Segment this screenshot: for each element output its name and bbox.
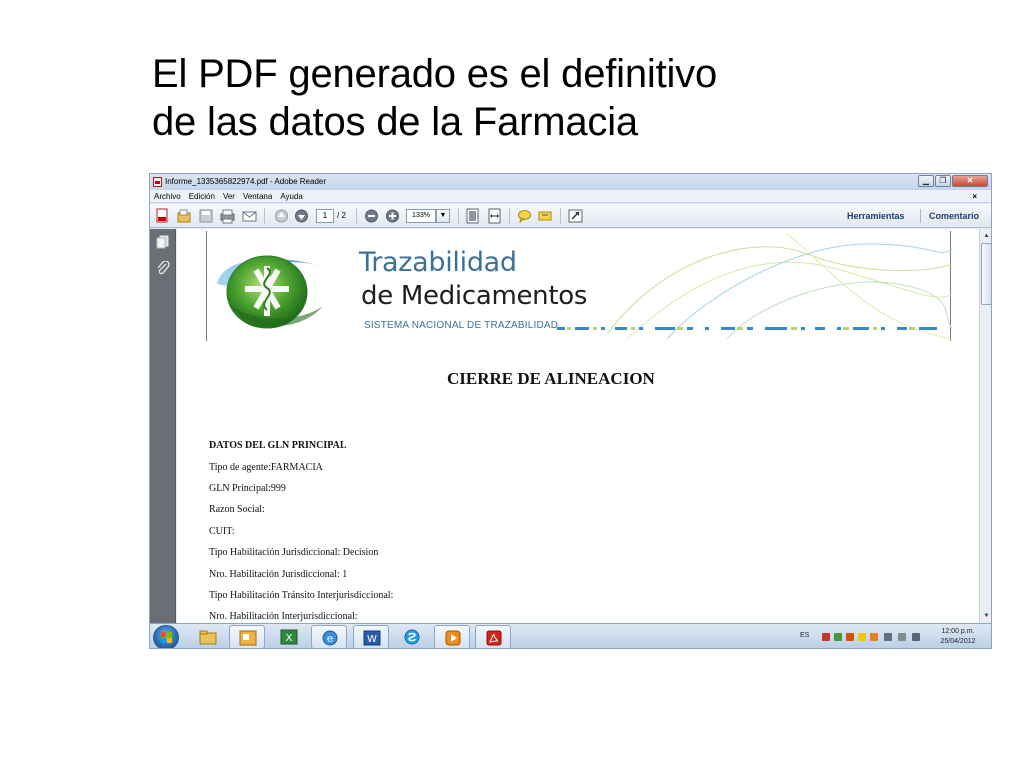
decorative-curves xyxy=(607,234,952,339)
scroll-up-icon[interactable]: ▲ xyxy=(980,230,991,242)
zoom-in-icon[interactable] xyxy=(385,208,400,224)
scroll-thumb[interactable] xyxy=(981,243,991,305)
excel-icon: X xyxy=(280,629,298,645)
window-controls: ▁ ❐ ✕ xyxy=(917,175,988,188)
section-heading: DATOS DEL GLN PRINCIPAL xyxy=(209,440,347,451)
brand-subtitle: SISTEMA NACIONAL DE TRAZABILIDAD xyxy=(364,320,559,331)
slide-title-line-1: El PDF generado es el definitivo xyxy=(152,52,718,96)
skype-icon xyxy=(404,629,420,645)
field-nro-habilitacion-interjurisdiccional: Nro. Habilitación Interjurisdiccional: xyxy=(209,611,358,622)
windows-taskbar: X e W ES 12:00 p.m. 25/04/2012 xyxy=(150,623,991,648)
page-thumbnails-icon[interactable] xyxy=(156,235,170,249)
taskbar-media-player[interactable] xyxy=(434,625,470,648)
scroll-down-icon[interactable]: ▼ xyxy=(980,610,991,622)
tray-update-icon[interactable] xyxy=(846,633,854,641)
trazabilidad-logo-icon xyxy=(217,255,323,329)
media-player-icon xyxy=(445,630,461,646)
window-title: Informe_1335365822974.pdf - Adobe Reader xyxy=(165,177,327,186)
field-tipo-habilitacion-jurisdiccional: Tipo Habilitación Jurisdiccional: Decisi… xyxy=(209,547,379,558)
navigation-pane xyxy=(150,229,176,623)
next-page-icon[interactable] xyxy=(294,208,309,224)
action-center-flag-icon[interactable] xyxy=(884,633,892,641)
vertical-scrollbar[interactable]: ▲ ▼ xyxy=(979,229,991,623)
tray-app-icon[interactable] xyxy=(870,633,878,641)
start-button[interactable] xyxy=(153,625,179,648)
field-razon-social: Razon Social: xyxy=(209,504,265,515)
menu-ayuda[interactable]: Ayuda xyxy=(280,190,303,202)
svg-text:e: e xyxy=(327,632,334,645)
close-button[interactable]: ✕ xyxy=(952,175,988,187)
network-signal-icon[interactable] xyxy=(898,633,906,641)
toolbar: 1 / 2 133% ▼ Herramientas Comentario xyxy=(150,204,991,228)
zoom-level-input[interactable]: 133% xyxy=(406,209,436,223)
menu-bar: Archivo Edición Ver Ventana Ayuda × xyxy=(150,190,991,203)
clock-time: 12:00 p.m. xyxy=(941,628,975,635)
internet-explorer-icon: e xyxy=(322,630,338,646)
decorative-dash-line xyxy=(557,327,937,330)
brand-title-line-1: Trazabilidad xyxy=(359,247,517,278)
slide-title: El PDF generado es el definitivo de las … xyxy=(152,50,912,146)
field-cuit: CUIT: xyxy=(209,526,235,537)
zoom-out-icon[interactable] xyxy=(364,208,379,224)
maximize-button[interactable]: ❐ xyxy=(935,175,951,187)
field-gln-principal: GLN Principal:999 xyxy=(209,483,286,494)
zoom-dropdown-icon[interactable]: ▼ xyxy=(436,209,450,223)
expand-icon[interactable] xyxy=(568,208,583,224)
page-total: / 2 xyxy=(337,211,346,220)
adobe-reader-window: Informe_1335365822974.pdf - Adobe Reader… xyxy=(149,173,992,649)
taskbar-internet-explorer[interactable]: e xyxy=(311,625,347,648)
email-icon[interactable] xyxy=(242,208,257,224)
document-page: Trazabilidad de Medicamentos SISTEMA NAC… xyxy=(177,229,979,623)
app-icon xyxy=(239,630,257,646)
tools-panel-button[interactable]: Herramientas xyxy=(847,210,905,222)
keyboard-language[interactable]: ES xyxy=(800,631,809,641)
taskbar-powerpoint[interactable] xyxy=(229,625,265,648)
adobe-reader-icon xyxy=(486,630,502,646)
open-file-icon[interactable] xyxy=(177,208,192,224)
field-tipo-agente: Tipo de agente:FARMACIA xyxy=(209,462,323,473)
highlight-icon[interactable] xyxy=(538,208,553,224)
tray-security-icon[interactable] xyxy=(834,633,842,641)
save-icon[interactable] xyxy=(199,208,214,224)
pdf-file-icon xyxy=(153,177,162,187)
fit-page-icon[interactable] xyxy=(465,208,480,224)
clock-date: 25/04/2012 xyxy=(940,638,976,645)
document-heading: CIERRE DE ALINEACION xyxy=(447,369,655,388)
system-clock[interactable]: 12:00 p.m. 25/04/2012 xyxy=(936,627,980,647)
attachments-paperclip-icon[interactable] xyxy=(156,260,170,275)
taskbar-skype[interactable] xyxy=(394,625,430,648)
slide-title-line-2: de las datos de la Farmacia xyxy=(152,100,638,144)
menu-edicion[interactable]: Edición xyxy=(189,190,215,202)
svg-text:W: W xyxy=(367,634,377,645)
comment-note-icon[interactable] xyxy=(517,208,532,224)
tray-notification-icon[interactable] xyxy=(858,633,866,641)
minimize-button[interactable]: ▁ xyxy=(918,175,934,187)
folder-icon xyxy=(199,630,217,645)
tray-adobe-icon[interactable] xyxy=(822,633,830,641)
previous-page-icon[interactable] xyxy=(274,208,289,224)
taskbar-explorer[interactable] xyxy=(190,625,226,648)
menu-archivo[interactable]: Archivo xyxy=(154,190,181,202)
create-pdf-icon[interactable] xyxy=(155,208,170,224)
svg-text:X: X xyxy=(286,633,293,644)
taskbar-word[interactable]: W xyxy=(353,625,389,648)
window-titlebar: Informe_1335365822974.pdf - Adobe Reader… xyxy=(150,174,991,190)
taskbar-excel[interactable]: X xyxy=(271,625,307,648)
brand-title-line-2: de Medicamentos xyxy=(361,281,588,311)
volume-icon[interactable] xyxy=(912,633,920,641)
menu-ventana[interactable]: Ventana xyxy=(243,190,272,202)
menu-ver[interactable]: Ver xyxy=(223,190,235,202)
word-icon: W xyxy=(363,630,381,646)
field-nro-habilitacion-jurisdiccional: Nro. Habilitación Jurisdiccional: 1 xyxy=(209,569,348,580)
close-document-icon[interactable]: × xyxy=(972,190,977,203)
comment-panel-button[interactable]: Comentario xyxy=(929,210,979,222)
fit-width-icon[interactable] xyxy=(487,208,502,224)
print-icon[interactable] xyxy=(220,208,235,224)
field-tipo-habilitacion-transito: Tipo Habilitación Tránsito Interjurisdic… xyxy=(209,590,394,601)
page-number-input[interactable]: 1 xyxy=(316,209,334,223)
taskbar-adobe-reader[interactable] xyxy=(475,625,511,648)
